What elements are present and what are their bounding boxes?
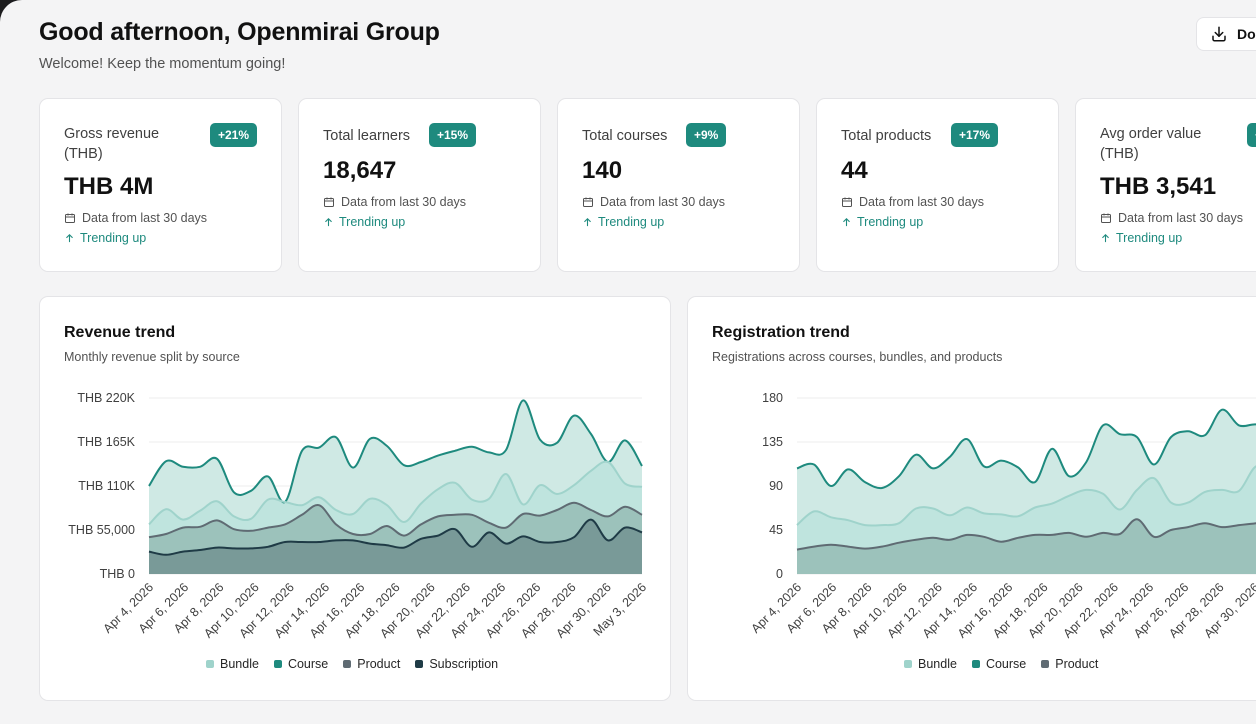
stat-value: THB 4M	[64, 173, 154, 200]
calendar-icon	[65, 213, 75, 223]
stat-label: Total learners	[323, 128, 411, 144]
page-subtitle: Welcome! Keep the momentum going!	[39, 56, 286, 72]
y-tick-label: THB 55,000	[68, 523, 135, 537]
stat-card-total-learners: Total learners +15% 18,647 Data from las…	[298, 98, 541, 272]
y-tick-label: THB 165K	[77, 435, 135, 449]
stat-meta: Data from last 30 days	[841, 195, 984, 209]
calendar-icon	[583, 197, 593, 207]
y-tick-label: THB 110K	[78, 479, 135, 493]
stat-badge: +17%	[951, 123, 999, 147]
download-button[interactable]: Do	[1196, 17, 1256, 51]
legend-label: Bundle	[918, 657, 957, 671]
legend-swatch	[273, 660, 282, 668]
y-tick-label: 45	[769, 523, 783, 537]
stat-trend: Trending up	[323, 215, 405, 229]
stat-trend: Trending up	[64, 231, 146, 245]
dashboard-page: Good afternoon, Openmirai Group Welcome!…	[0, 0, 1256, 724]
legend-item-product[interactable]: Product	[1041, 657, 1098, 671]
chart-legend: Bundle Course Product	[904, 657, 1098, 671]
stat-label: Gross revenue (THB)	[64, 126, 160, 162]
stat-trend-text: Trending up	[1116, 231, 1183, 245]
stat-meta-text: Data from last 30 days	[82, 211, 208, 225]
legend-swatch	[1041, 660, 1050, 668]
stat-meta: Data from last 30 days	[323, 195, 466, 209]
arrow-up-icon	[843, 218, 850, 227]
legend-swatch	[971, 660, 980, 668]
stat-meta: Data from last 30 days	[582, 195, 725, 209]
stat-value: 140	[582, 157, 623, 184]
stat-meta: Data from last 30 days	[1100, 211, 1243, 225]
y-tick-label: 90	[769, 479, 783, 493]
y-tick-label: 180	[762, 391, 783, 405]
legend-item-course[interactable]: Course	[971, 657, 1027, 671]
stat-card-total-products: Total products +17% 44 Data from last 30…	[816, 98, 1059, 272]
stat-card-avg-order-value: Avg order value (THB) + THB 3,541 Data f…	[1075, 98, 1256, 272]
y-tick-label: THB 0	[100, 567, 135, 581]
legend-label: Product	[1055, 657, 1099, 671]
legend-swatch	[343, 660, 352, 668]
legend-swatch	[206, 660, 214, 668]
registration-trend-chart: 18013590450Apr 4, 2026Apr 6, 2026Apr 8, …	[749, 391, 1256, 641]
stat-card-gross-revenue: Gross revenue (THB) +21% THB 4M Data fro…	[39, 98, 282, 272]
revenue-trend-card: Revenue trend Monthly revenue split by s…	[39, 296, 671, 701]
stat-meta-text: Data from last 30 days	[341, 195, 467, 209]
revenue-trend-chart: THB 220KTHB 165KTHB 110KTHB 55,000THB 0A…	[68, 391, 649, 641]
stat-trend-text: Trending up	[80, 231, 147, 245]
stat-badge: +	[1247, 123, 1256, 147]
stat-trend-text: Trending up	[339, 215, 406, 229]
legend-item-bundle[interactable]: Bundle	[206, 657, 259, 671]
stat-label: Avg order value (THB)	[1100, 126, 1202, 162]
legend-label: Product	[357, 657, 401, 671]
y-tick-label: 135	[762, 435, 783, 449]
stat-trend: Trending up	[1100, 231, 1182, 245]
stat-badge: +21%	[210, 123, 258, 147]
stat-badge: +9%	[686, 123, 727, 147]
arrow-up-icon	[1102, 234, 1109, 243]
page-title: Good afternoon, Openmirai Group	[39, 18, 440, 46]
y-tick-label: THB 220K	[77, 391, 135, 405]
stat-badge: +15%	[429, 123, 477, 147]
legend-label: Course	[985, 657, 1027, 671]
stat-value: THB 3,541	[1100, 173, 1217, 200]
arrow-up-icon	[584, 218, 591, 227]
legend-item-bundle[interactable]: Bundle	[904, 657, 957, 671]
stat-label: Total courses	[582, 128, 668, 144]
legend-swatch	[904, 660, 912, 668]
stat-trend: Trending up	[841, 215, 923, 229]
stat-trend-text: Trending up	[598, 215, 665, 229]
download-icon	[1212, 26, 1226, 42]
chart-legend: Bundle Course Product Subscription	[206, 657, 498, 671]
stat-label: Total products	[841, 128, 932, 144]
stat-value: 44	[841, 157, 868, 184]
legend-label: Course	[287, 657, 329, 671]
stat-meta-text: Data from last 30 days	[1118, 211, 1244, 225]
calendar-icon	[1101, 213, 1111, 223]
stat-trend-text: Trending up	[857, 215, 924, 229]
stat-value: 18,647	[323, 157, 397, 184]
calendar-icon	[842, 197, 852, 207]
stat-card-total-courses: Total courses +9% 140 Data from last 30 …	[557, 98, 800, 272]
stat-trend: Trending up	[582, 215, 664, 229]
arrow-up-icon	[325, 218, 332, 227]
stat-meta-text: Data from last 30 days	[859, 195, 985, 209]
arrow-up-icon	[66, 234, 73, 243]
stat-meta-text: Data from last 30 days	[600, 195, 726, 209]
legend-swatch	[415, 660, 424, 668]
calendar-icon	[324, 197, 334, 207]
legend-label: Subscription	[429, 657, 499, 671]
legend-label: Bundle	[220, 657, 259, 671]
download-button-label: Do	[1237, 26, 1256, 42]
legend-item-product[interactable]: Product	[343, 657, 400, 671]
legend-item-subscription[interactable]: Subscription	[415, 657, 498, 671]
stat-meta: Data from last 30 days	[64, 211, 207, 225]
legend-item-course[interactable]: Course	[273, 657, 329, 671]
registration-trend-card: Registration trend Registrations across …	[687, 296, 1256, 701]
y-tick-label: 0	[776, 567, 783, 581]
